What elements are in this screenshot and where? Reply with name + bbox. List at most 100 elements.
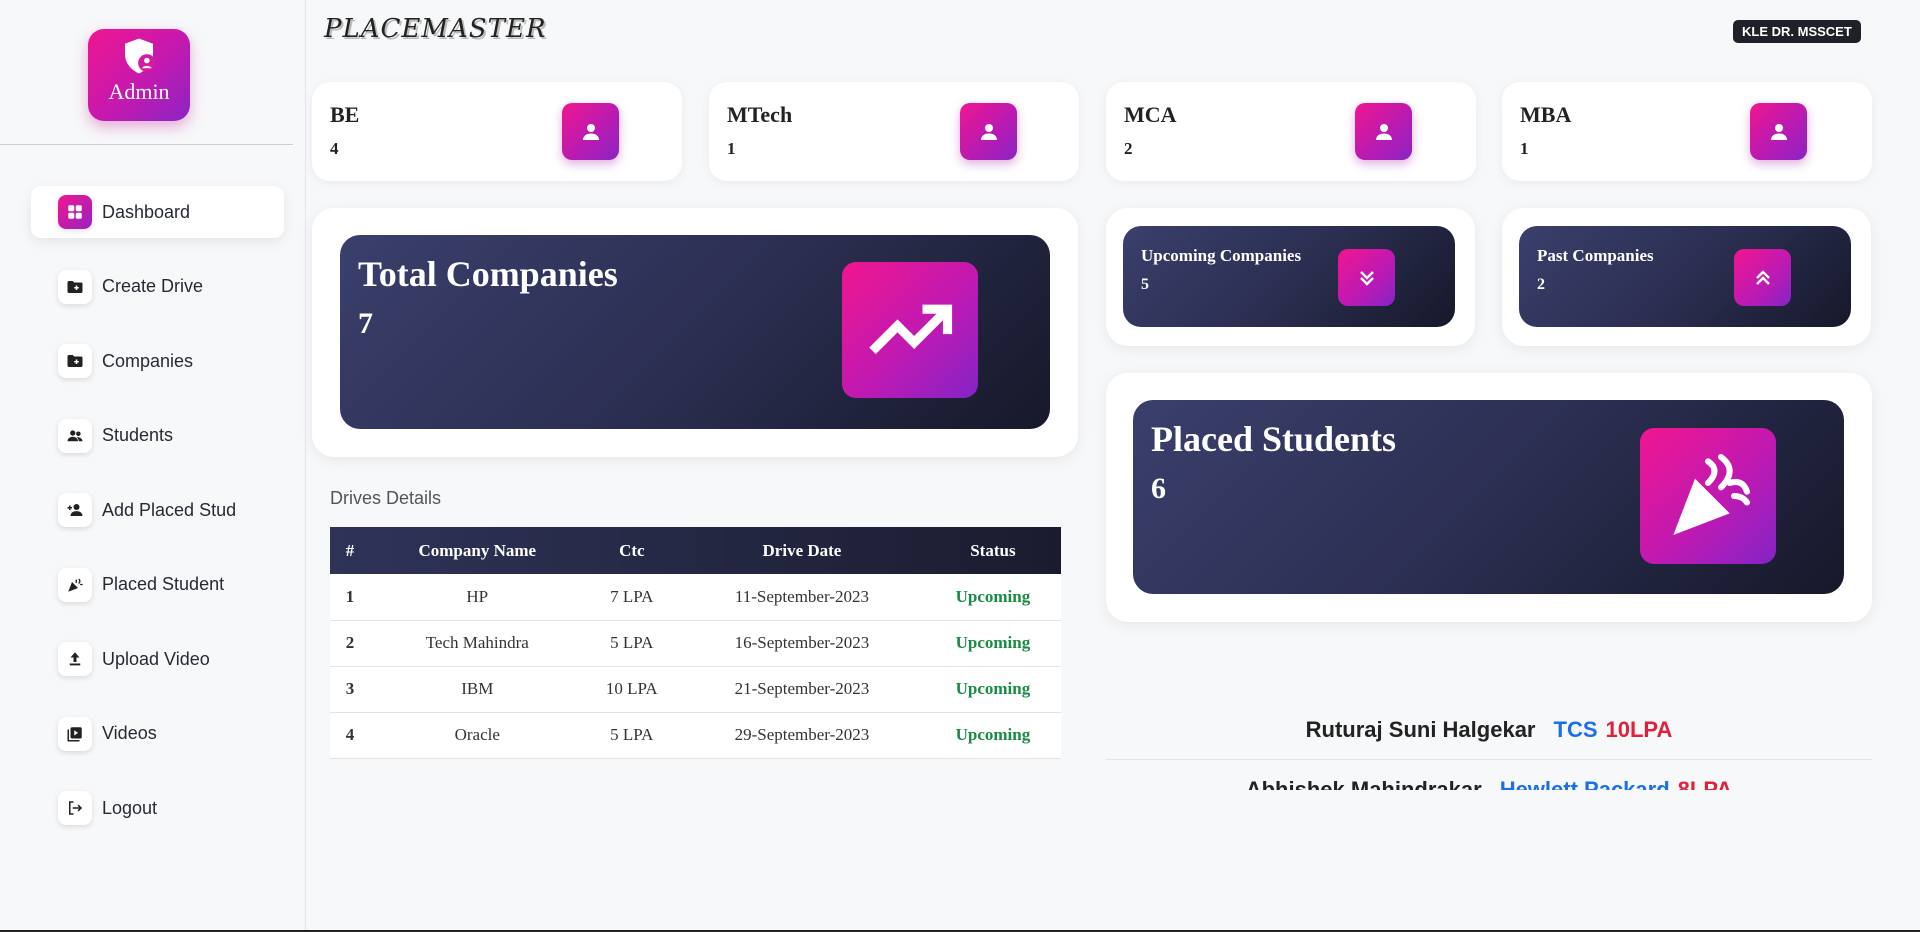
sidebar-item-students[interactable]: Students [31,410,284,462]
company-name: HP [370,574,585,621]
column-header: Drive Date [762,540,842,560]
stat-value: 2 [1124,139,1133,158]
drive-date: 16-September-2023 [679,620,925,667]
total-companies-card[interactable]: Total Companies 7 [340,235,1050,429]
sidebar-item-dashboard[interactable]: Dashboard [31,186,284,238]
stat-value: 1 [727,139,736,158]
stat-card-be[interactable]: BE 4 [312,82,682,181]
ctc: 7 LPA [584,574,680,621]
placed-students-label: Placed Students [1151,419,1397,459]
shield-user-icon [125,38,156,74]
drives-table: # Company Name Ctc Drive Date Status 1 H… [330,527,1061,776]
upcoming-companies-card[interactable]: Upcoming Companies 5 [1123,226,1455,327]
table-header-row: # Company Name Ctc Drive Date Status [330,527,1061,574]
drives-heading: Drives Details [330,488,442,508]
user-add-icon [58,493,92,527]
status: Upcoming [924,666,1061,713]
status: Upcoming [924,574,1061,621]
college-badge: KLE DR. MSSCET [1733,20,1861,43]
ticker-item: Abhishek Mahindrakar Hewlett Packard 8LP… [1106,760,1872,791]
past-companies-panel: Past Companies 2 [1502,208,1871,346]
status: Upcoming [924,712,1061,759]
column-header: Ctc [619,540,645,560]
sidebar-item-label: Logout [102,797,158,818]
company-name: Oracle [370,712,585,759]
logout-icon [58,791,92,825]
row-number: 2 [330,620,370,667]
package: 8LPA [1677,776,1733,791]
video-library-icon [58,716,92,751]
stat-card-mba[interactable]: MBA 1 [1502,82,1872,181]
table-row[interactable]: 3 IBM 10 LPA 21-September-2023 Upcoming [330,666,1061,713]
package: 10LPA [1605,716,1673,742]
past-companies-value: 2 [1537,276,1545,293]
total-companies-label: Total Companies [358,254,618,294]
placed-ticker: Ruturaj Suni Halgekar TCS 10LPA Abhishek… [1106,700,1872,790]
total-companies-panel: Total Companies 7 [312,208,1078,457]
brand-label: Admin [108,79,170,104]
chevrons-down-icon [1338,249,1395,306]
sidebar: Admin Dashboard Create Drive Companies S… [0,0,306,932]
sidebar-item-add-placed-stud[interactable]: Add Placed Stud [31,484,284,536]
drive-date: 29-September-2023 [679,712,925,759]
stat-label: BE [330,102,360,127]
ctc: 10 LPA [584,666,680,713]
ctc: 5 LPA [584,712,680,759]
users-icon [58,418,92,453]
stat-card-mtech[interactable]: MTech 1 [709,82,1079,181]
upcoming-companies-value: 5 [1141,276,1149,293]
sidebar-item-label: Add Placed Stud [102,499,237,520]
sidebar-item-label: Create Drive [102,276,204,296]
upcoming-companies-panel: Upcoming Companies 5 [1106,208,1475,346]
upload-icon [58,642,92,676]
app-title: PLACEMASTER [324,14,547,44]
stat-value: 4 [330,139,339,158]
sidebar-item-label: Upload Video [102,648,210,669]
column-header: # [345,540,355,560]
company-name: Hewlett Packard [1499,776,1670,791]
company-name: TCS [1553,716,1598,742]
ctc: 5 LPA [584,620,680,667]
row-number: 3 [330,666,370,713]
table-row[interactable]: 4 Oracle 5 LPA 29-September-2023 Upcomin… [330,712,1061,759]
stat-label: MTech [727,102,793,127]
stat-label: MBA [1520,102,1572,127]
folder-plus-icon [58,344,92,378]
drive-date: 21-September-2023 [679,666,925,713]
sidebar-item-label: Videos [102,723,157,743]
past-companies-label: Past Companies [1537,246,1654,265]
stat-label: MCA [1124,102,1177,127]
sidebar-item-create-drive[interactable]: Create Drive [31,261,284,313]
sidebar-item-logout[interactable]: Logout [31,782,284,834]
sidebar-item-companies[interactable]: Companies [31,335,284,387]
sidebar-item-label: Companies [102,350,194,371]
folder-add-icon [58,269,92,304]
party-popper-icon [58,567,92,602]
user-icon [960,103,1017,160]
student-name: Ruturaj Suni Halgekar [1305,716,1536,742]
sidebar-item-placed-student[interactable]: Placed Student [31,559,284,611]
placed-students-card[interactable]: Placed Students 6 [1133,400,1844,594]
sidebar-item-upload-video[interactable]: Upload Video [31,633,284,685]
table-row[interactable]: 2 Tech Mahindra 5 LPA 16-September-2023 … [330,620,1061,667]
admin-badge[interactable]: Admin [88,29,190,121]
stat-card-mca[interactable]: MCA 2 [1106,82,1476,181]
sidebar-nav: Dashboard Create Drive Companies Student… [31,186,284,857]
sidebar-divider [0,144,293,145]
column-header: Status [970,540,1016,560]
total-companies-value: 7 [358,307,373,340]
sidebar-item-videos[interactable]: Videos [31,708,284,760]
column-header: Company Name [418,540,537,560]
sidebar-item-label: Dashboard [102,201,191,222]
party-popper-icon [1640,428,1776,564]
trending-up-icon [842,262,978,398]
table-row[interactable]: 1 HP 7 LPA 11-September-2023 Upcoming [330,574,1061,621]
past-companies-card[interactable]: Past Companies 2 [1519,226,1851,327]
row-number: 4 [330,712,370,759]
company-name: IBM [370,666,585,713]
sidebar-item-label: Placed Student [102,574,225,594]
placed-students-panel: Placed Students 6 [1106,373,1872,622]
status: Upcoming [924,620,1061,667]
dashboard-icon [58,195,92,229]
stat-value: 1 [1520,139,1529,158]
